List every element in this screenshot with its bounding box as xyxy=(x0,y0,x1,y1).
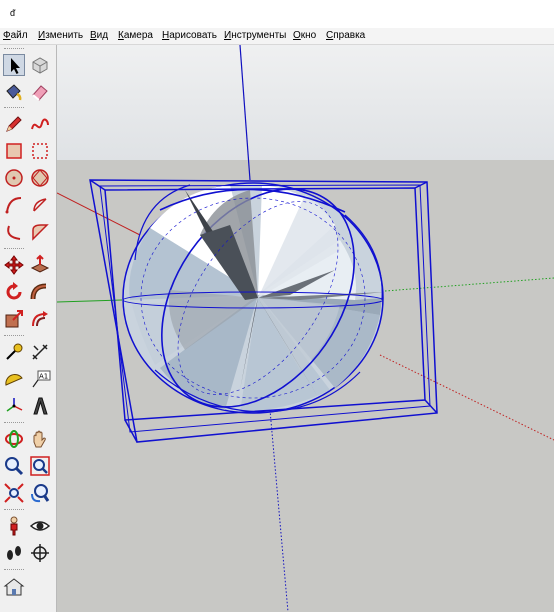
sky xyxy=(57,45,554,160)
walk-icon[interactable] xyxy=(3,542,25,564)
menu-view[interactable]: Вид xyxy=(90,29,108,43)
text-label-icon[interactable]: A1 xyxy=(29,368,51,390)
menu-tools[interactable]: Инструменты xyxy=(224,29,286,43)
section-plane-icon[interactable] xyxy=(29,542,51,564)
3d-text-icon[interactable] xyxy=(29,395,51,417)
move-icon[interactable] xyxy=(3,254,25,276)
scale-icon[interactable] xyxy=(3,308,25,330)
rectangle-icon[interactable] xyxy=(3,140,25,162)
pencil-line-icon[interactable] xyxy=(3,113,25,135)
follow-me-icon[interactable] xyxy=(29,281,51,303)
pan-icon[interactable] xyxy=(29,428,51,450)
zoom-extents-icon[interactable] xyxy=(3,482,25,504)
push-pull-icon[interactable] xyxy=(29,254,51,276)
title-bar: ᵭ xyxy=(0,0,554,28)
warehouse-icon[interactable] xyxy=(3,576,25,598)
select-tool-icon[interactable] xyxy=(3,54,25,76)
polygon-icon[interactable] xyxy=(29,167,51,189)
zoom-icon[interactable] xyxy=(3,455,25,477)
dimension-icon[interactable] xyxy=(29,341,51,363)
text-tool-label: A1 xyxy=(39,373,48,381)
offset-icon[interactable] xyxy=(29,308,51,330)
two-point-arc-icon[interactable] xyxy=(29,221,51,243)
toolbar-separator xyxy=(4,107,24,111)
position-camera-icon[interactable] xyxy=(3,515,25,537)
toolbar-grip[interactable] xyxy=(4,48,24,52)
menu-window[interactable]: Окно xyxy=(293,29,316,43)
three-point-arc-icon[interactable] xyxy=(3,221,25,243)
zoom-window-icon[interactable] xyxy=(29,455,51,477)
look-around-icon[interactable] xyxy=(29,515,51,537)
component-tool-icon[interactable] xyxy=(29,54,51,76)
orbit-icon[interactable] xyxy=(3,428,25,450)
toolbar-separator xyxy=(4,335,24,339)
model-canvas[interactable] xyxy=(57,45,554,612)
menu-help[interactable]: Справка xyxy=(326,29,365,43)
rotate-icon[interactable] xyxy=(3,281,25,303)
arc-icon[interactable] xyxy=(3,194,25,216)
toolbar-separator xyxy=(4,509,24,513)
rotated-rectangle-icon[interactable] xyxy=(29,140,51,162)
menu-draw[interactable]: Нарисовать xyxy=(162,29,217,43)
3d-viewport[interactable] xyxy=(57,45,554,612)
freehand-icon[interactable] xyxy=(29,113,51,135)
axes-icon[interactable] xyxy=(3,395,25,417)
eraser-icon[interactable] xyxy=(29,81,51,103)
menu-camera[interactable]: Камера xyxy=(118,29,153,43)
toolbar-separator xyxy=(4,422,24,426)
app-icon: ᵭ xyxy=(10,9,16,19)
menu-bar: Файл Изменить Вид Камера Нарисовать Инст… xyxy=(0,28,554,45)
circle-icon[interactable] xyxy=(3,167,25,189)
paint-bucket-icon[interactable] xyxy=(3,81,25,103)
previous-view-icon[interactable] xyxy=(29,482,51,504)
pie-icon[interactable] xyxy=(29,194,51,216)
toolbar-separator xyxy=(4,569,24,573)
toolbar-separator xyxy=(4,248,24,252)
menu-file[interactable]: Файл xyxy=(3,29,28,43)
large-tool-set-toolbar: A1 xyxy=(0,45,57,612)
menu-edit[interactable]: Изменить xyxy=(38,29,83,43)
protractor-icon[interactable] xyxy=(3,368,25,390)
tape-measure-icon[interactable] xyxy=(3,341,25,363)
